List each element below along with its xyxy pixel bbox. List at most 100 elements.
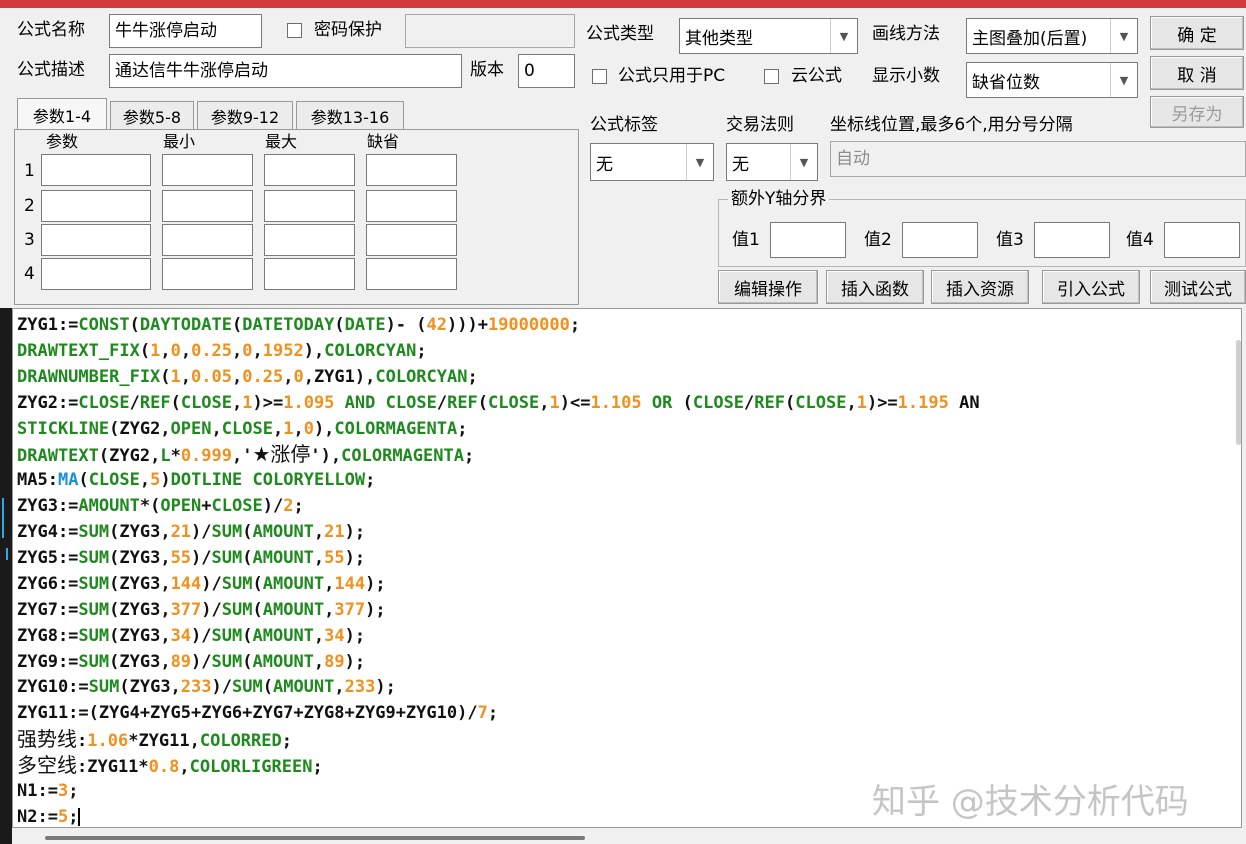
code-line: N2:=5; xyxy=(17,806,81,827)
code-line: ZYG9:=SUM(ZYG3,89)/SUM(AMOUNT,89); xyxy=(17,651,366,672)
version-label: 版本 xyxy=(470,60,504,80)
watermark: 知乎 @技术分析代码 xyxy=(872,782,1189,822)
draw-method-select[interactable]: 主图叠加(后置) ▼ xyxy=(966,18,1138,54)
test-formula-button[interactable]: 测试公式 xyxy=(1150,270,1246,304)
chevron-down-icon[interactable]: ▼ xyxy=(1110,19,1137,53)
vertical-scrollbar[interactable] xyxy=(1236,340,1241,445)
param-4-max[interactable] xyxy=(264,258,355,290)
chevron-down-icon[interactable]: ▼ xyxy=(686,144,713,180)
horizontal-scrollbar[interactable] xyxy=(45,836,585,840)
pc-only-label: 公式只用于PC xyxy=(618,66,726,86)
text-caret xyxy=(78,807,81,826)
trade-rule-label: 交易法则 xyxy=(726,115,794,135)
code-line: ZYG6:=SUM(ZYG3,144)/SUM(AMOUNT,144); xyxy=(17,573,386,594)
y-value-4-label: 值4 xyxy=(1126,230,1154,250)
decimals-value: 缺省位数 xyxy=(972,72,1040,93)
param-row-number: 4 xyxy=(24,264,35,284)
code-editor[interactable]: ZYG1:=CONST(DAYTODATE(DATETODAY(DATE)- (… xyxy=(12,308,1242,828)
chevron-down-icon[interactable]: ▼ xyxy=(790,144,817,180)
draw-method-value: 主图叠加(后置) xyxy=(972,28,1088,49)
formula-tag-value: 无 xyxy=(596,154,613,175)
param-3-max[interactable] xyxy=(264,224,355,256)
chevron-down-icon[interactable]: ▼ xyxy=(830,19,857,53)
param-2-max[interactable] xyxy=(264,190,355,222)
params-header-max: 最大 xyxy=(265,132,298,151)
code-line: 强势线:1.06*ZYG11,COLORRED; xyxy=(17,727,292,752)
import-formula-button[interactable]: 引入公式 xyxy=(1042,270,1140,304)
code-line: 多空线:ZYG11*0.8,COLORLIGREEN; xyxy=(17,753,323,778)
param-3-default[interactable] xyxy=(366,224,457,256)
param-1-max[interactable] xyxy=(264,154,355,186)
code-line: ZYG7:=SUM(ZYG3,377)/SUM(AMOUNT,377); xyxy=(17,599,386,620)
decimals-select[interactable]: 缺省位数 ▼ xyxy=(966,62,1138,98)
trade-rule-value: 无 xyxy=(732,154,749,175)
formula-type-label: 公式类型 xyxy=(586,24,654,44)
save-as-button[interactable]: 另存为 xyxy=(1150,96,1244,128)
password-checkbox[interactable] xyxy=(287,23,302,38)
param-2-name[interactable] xyxy=(41,190,151,222)
param-row-number: 3 xyxy=(24,230,35,250)
decimals-label: 显示小数 xyxy=(872,66,940,86)
code-line: DRAWTEXT_FIX(1,0,0.25,0,1952),COLORCYAN; xyxy=(17,340,427,361)
param-1-default[interactable] xyxy=(366,154,457,186)
y-value-1-input[interactable] xyxy=(770,222,846,258)
insert-resource-button[interactable]: 插入资源 xyxy=(931,270,1029,304)
param-row-number: 2 xyxy=(24,196,35,216)
trade-rule-select[interactable]: 无 ▼ xyxy=(726,143,818,181)
code-line: DRAWNUMBER_FIX(1,0.05,0.25,0,ZYG1),COLOR… xyxy=(17,366,478,387)
code-line: ZYG11:=(ZYG4+ZYG5+ZYG6+ZYG7+ZYG8+ZYG9+ZY… xyxy=(17,703,499,724)
password-input[interactable] xyxy=(405,14,575,48)
y-value-1-label: 值1 xyxy=(732,230,760,250)
formula-type-value: 其他类型 xyxy=(685,28,753,49)
tab-params-5-8[interactable]: 参数5-8 xyxy=(110,101,194,130)
y-value-3-input[interactable] xyxy=(1034,222,1110,258)
param-2-min[interactable] xyxy=(162,190,253,222)
y-value-2-label: 值2 xyxy=(864,230,892,250)
formula-name-label: 公式名称 xyxy=(17,20,85,40)
background-chart-strip xyxy=(0,308,12,844)
version-input[interactable]: 0 xyxy=(518,54,575,88)
formula-desc-input[interactable]: 通达信牛牛涨停启动 xyxy=(109,54,462,88)
tab-params-13-16[interactable]: 参数13-16 xyxy=(296,101,404,130)
formula-desc-label: 公式描述 xyxy=(17,60,85,80)
cloud-label: 云公式 xyxy=(791,66,842,86)
params-header-param: 参数 xyxy=(46,132,79,151)
code-line: ZYG1:=CONST(DAYTODATE(DATETODAY(DATE)- (… xyxy=(17,315,581,335)
param-3-name[interactable] xyxy=(41,224,151,256)
param-4-name[interactable] xyxy=(41,258,151,290)
y-value-4-input[interactable] xyxy=(1164,222,1240,258)
formula-type-select[interactable]: 其他类型 ▼ xyxy=(679,18,858,54)
extra-y-axis-title: 额外Y轴分界 xyxy=(728,191,830,208)
code-line: ZYG8:=SUM(ZYG3,34)/SUM(AMOUNT,34); xyxy=(17,625,366,646)
code-line: ZYG3:=AMOUNT*(OPEN+CLOSE)/2; xyxy=(17,496,304,517)
param-2-default[interactable] xyxy=(366,190,457,222)
code-line: DRAWTEXT(ZYG2,L*0.999,'★涨停'),COLORMAGENT… xyxy=(17,442,475,467)
code-line: N1:=3; xyxy=(17,781,79,802)
insert-function-button[interactable]: 插入函数 xyxy=(826,270,924,304)
param-1-min[interactable] xyxy=(162,154,253,186)
edit-ops-button[interactable]: 编辑操作 xyxy=(718,270,818,304)
y-value-2-input[interactable] xyxy=(902,222,978,258)
cancel-button[interactable]: 取 消 xyxy=(1150,56,1244,90)
code-lines: ZYG1:=CONST(DAYTODATE(DATETODAY(DATE)- (… xyxy=(17,313,980,827)
code-line: ZYG4:=SUM(ZYG3,21)/SUM(AMOUNT,21); xyxy=(17,522,366,543)
window-title-bar xyxy=(0,0,1246,8)
param-4-default[interactable] xyxy=(366,258,457,290)
formula-tag-select[interactable]: 无 ▼ xyxy=(590,143,714,181)
password-label: 密码保护 xyxy=(314,20,382,40)
axis-lines-input[interactable]: 自动 xyxy=(830,141,1246,177)
code-line: ZYG5:=SUM(ZYG3,55)/SUM(AMOUNT,55); xyxy=(17,548,366,569)
formula-name-input[interactable]: 牛牛涨停启动 xyxy=(109,14,262,48)
param-3-min[interactable] xyxy=(162,224,253,256)
pc-only-checkbox[interactable] xyxy=(592,69,607,84)
code-line: ZYG10:=SUM(ZYG3,233)/SUM(AMOUNT,233); xyxy=(17,677,396,698)
cloud-checkbox[interactable] xyxy=(764,69,779,84)
param-1-name[interactable] xyxy=(41,154,151,186)
tab-params-9-12[interactable]: 参数9-12 xyxy=(197,101,293,130)
chevron-down-icon[interactable]: ▼ xyxy=(1110,63,1137,97)
param-4-min[interactable] xyxy=(162,258,253,290)
ok-button[interactable]: 确 定 xyxy=(1150,16,1244,50)
formula-tag-label: 公式标签 xyxy=(590,115,658,135)
draw-method-label: 画线方法 xyxy=(872,24,940,44)
tab-params-1-4[interactable]: 参数1-4 xyxy=(17,98,107,130)
